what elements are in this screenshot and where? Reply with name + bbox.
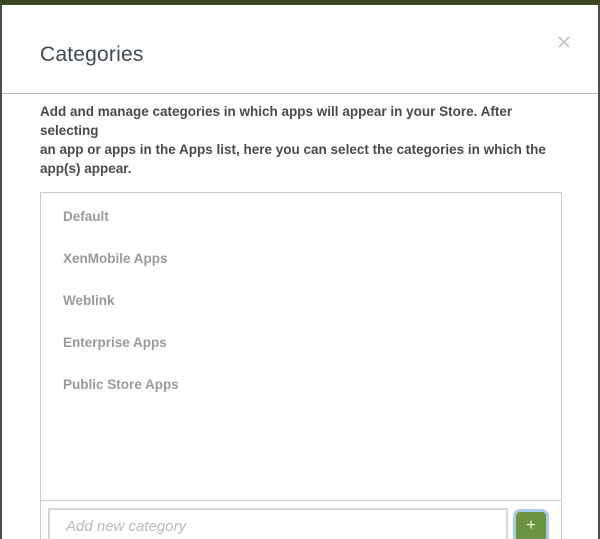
dialog-description: Add and manage categories in which apps … <box>40 102 574 178</box>
categories-list: Default XenMobile Apps Weblink Enterpris… <box>41 193 561 500</box>
description-line: an app or apps in the Apps list, here yo… <box>40 140 574 159</box>
categories-panel: Default XenMobile Apps Weblink Enterpris… <box>40 192 562 539</box>
categories-dialog: Categories ✕ Add and manage categories i… <box>0 0 600 539</box>
add-category-button[interactable]: + <box>516 512 546 539</box>
dialog-title: Categories <box>2 5 598 67</box>
description-line: app(s) appear. <box>40 159 574 178</box>
category-item-public-store-apps[interactable]: Public Store Apps <box>63 363 561 405</box>
category-item-weblink[interactable]: Weblink <box>63 279 561 321</box>
description-line: Add and manage categories in which apps … <box>40 102 574 140</box>
add-category-input[interactable] <box>48 508 508 539</box>
category-item-enterprise-apps[interactable]: Enterprise Apps <box>63 321 561 363</box>
dialog-header: Categories ✕ <box>2 5 598 94</box>
category-item-xenmobile-apps[interactable]: XenMobile Apps <box>63 237 561 279</box>
close-icon[interactable]: ✕ <box>550 29 578 57</box>
category-item-default[interactable]: Default <box>63 195 561 237</box>
add-category-row: + <box>41 500 561 539</box>
